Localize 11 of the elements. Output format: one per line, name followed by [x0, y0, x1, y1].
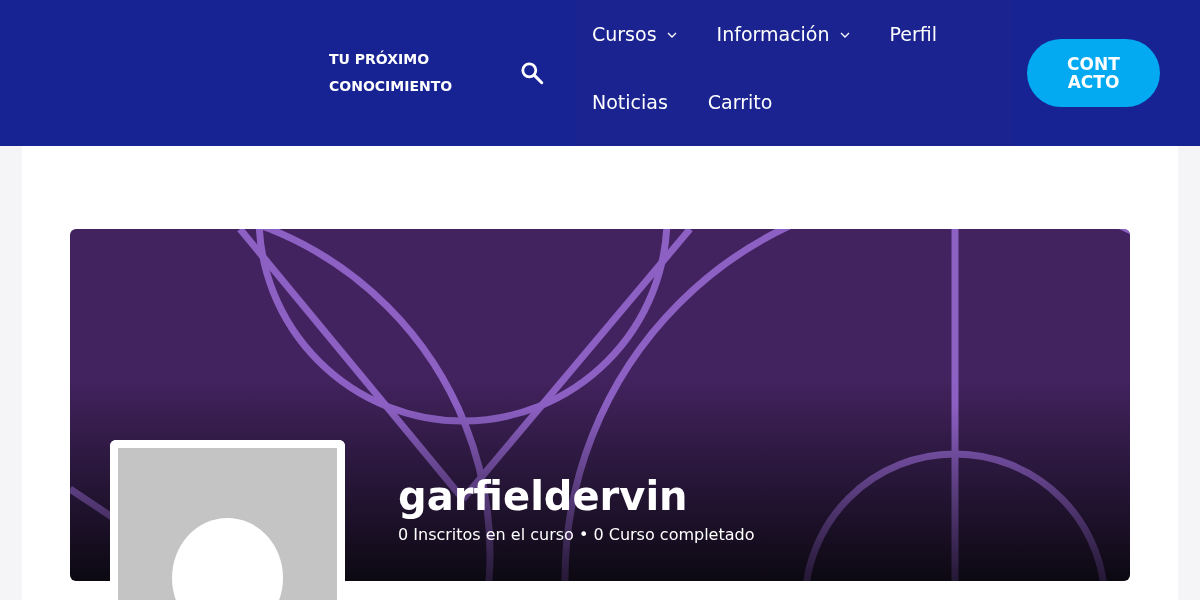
username: garfieldervin — [398, 473, 689, 519]
nav-link[interactable]: Información — [716, 0, 890, 68]
search-icon[interactable] — [519, 60, 545, 86]
caret-icon — [839, 32, 850, 38]
nav-link[interactable]: Perfil — [889, 0, 978, 68]
profile-stats: 0 Inscritos en el curso • 0 Curso completado — [398, 525, 755, 544]
nav-link[interactable]: Cursos — [592, 0, 717, 68]
site-title[interactable]: TU PRÓXIMO CONOCIMIENTO — [329, 46, 469, 100]
nav-link[interactable]: Noticias — [592, 68, 708, 136]
nav-link[interactable]: Carrito — [707, 68, 813, 136]
caret-icon — [666, 32, 677, 38]
